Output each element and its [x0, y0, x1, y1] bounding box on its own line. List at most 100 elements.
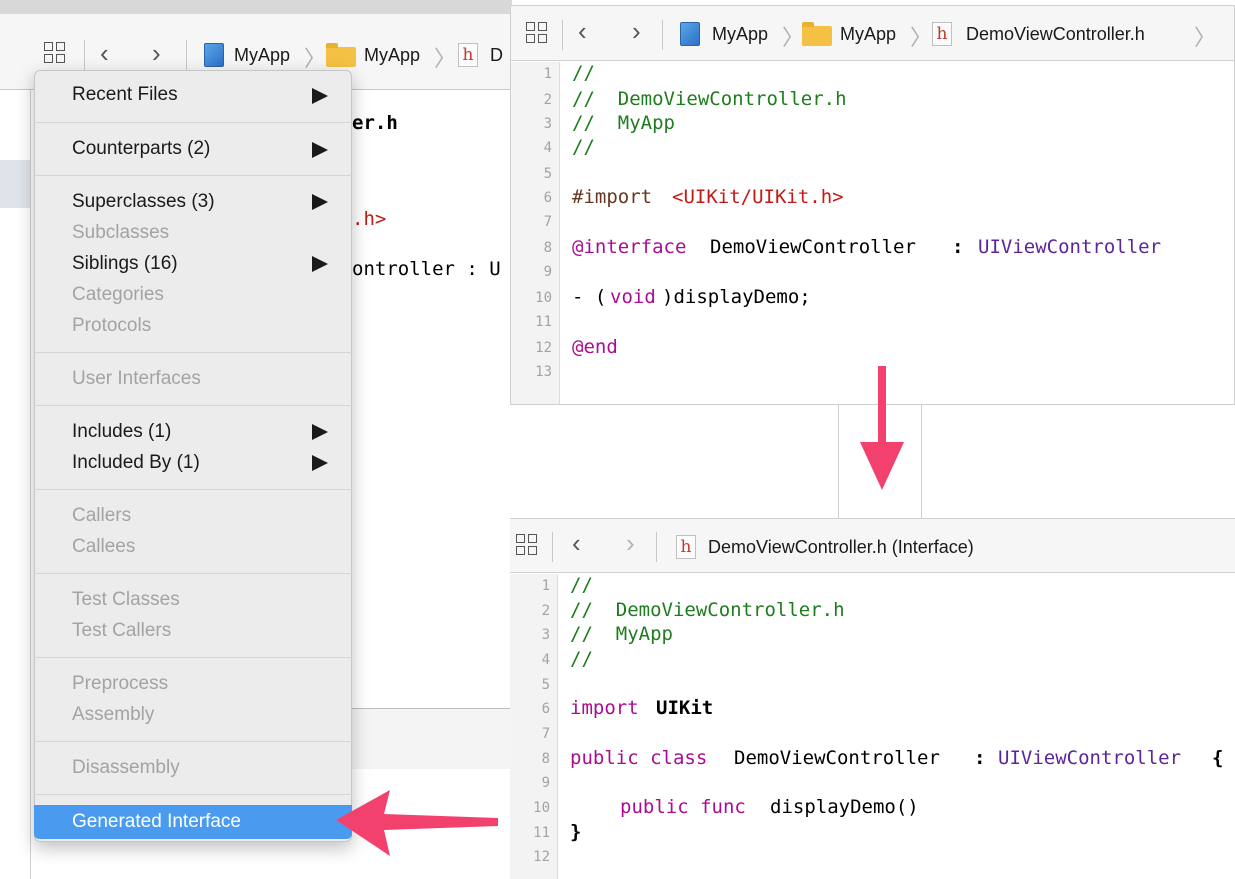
forward-icon[interactable]: ›	[632, 16, 641, 47]
menu-separator	[34, 794, 352, 795]
menu-item-categories: Categories	[72, 284, 164, 305]
line-number: 11	[535, 314, 552, 330]
folder-icon	[326, 43, 356, 67]
breadcrumb-project[interactable]: MyApp	[712, 24, 768, 45]
submenu-arrow-icon	[312, 88, 328, 104]
breadcrumb-file[interactable]: D	[490, 45, 503, 66]
line-number: 9	[541, 775, 550, 791]
divider	[662, 20, 663, 50]
menu-separator	[34, 352, 352, 353]
code-comment: //	[570, 574, 593, 596]
line-number: 13	[535, 364, 552, 380]
related-items-icon[interactable]	[516, 534, 540, 558]
code-method-name: )displayDemo;	[662, 286, 811, 308]
breadcrumb-group[interactable]: MyApp	[840, 24, 896, 45]
line-number: 7	[543, 214, 552, 230]
breadcrumb-separator-icon: 〉	[1194, 25, 1217, 50]
header-file-icon: h	[458, 43, 478, 67]
menu-item-recent-files[interactable]: Recent Files	[72, 84, 178, 106]
gutter-divider	[30, 90, 31, 879]
breadcrumb-project[interactable]: MyApp	[234, 45, 290, 66]
menu-separator	[34, 657, 352, 658]
forward-icon[interactable]: ›	[152, 38, 161, 69]
breadcrumb-separator-icon: 〉	[434, 46, 457, 71]
menu-item-generated-interface[interactable]: Generated Interface	[72, 811, 241, 833]
left-arrow-icon	[336, 790, 498, 856]
line-number: 8	[543, 240, 552, 256]
line-number: 3	[541, 627, 550, 643]
debug-area	[350, 709, 512, 769]
code-import-keyword: #import	[572, 186, 653, 208]
submenu-arrow-icon	[312, 455, 328, 471]
menu-item-includes[interactable]: Includes (1)	[72, 421, 171, 443]
menu-item-assembly: Assembly	[72, 704, 155, 725]
breadcrumb-group[interactable]: MyApp	[364, 45, 420, 66]
line-number: 6	[543, 190, 552, 206]
code-colon: :	[974, 747, 986, 769]
divider	[186, 40, 187, 70]
down-arrow-icon	[860, 366, 904, 490]
menu-item-test-classes: Test Classes	[72, 589, 180, 610]
code-fragment: .h>	[352, 208, 387, 230]
header-file-icon: h	[676, 535, 696, 559]
line-number: 8	[541, 751, 550, 767]
divider	[552, 532, 553, 562]
line-number: 2	[543, 92, 552, 108]
code-keyword: @end	[572, 336, 618, 358]
breadcrumb-file[interactable]: DemoViewController.h	[966, 24, 1145, 45]
divider	[562, 20, 563, 50]
line-number: 4	[541, 652, 550, 668]
line-number: 7	[541, 726, 550, 742]
code-colon: :	[952, 236, 964, 258]
divider	[656, 532, 657, 562]
menu-item-preprocess: Preprocess	[72, 673, 169, 694]
forward-icon[interactable]: ›	[626, 528, 635, 559]
line-number: 1	[541, 578, 550, 594]
divider	[84, 40, 85, 70]
line-number: 12	[535, 340, 552, 356]
line-number: 5	[541, 677, 550, 693]
menu-item-callers: Callers	[72, 505, 132, 526]
app-project-icon	[204, 43, 224, 67]
menu-item-included-by[interactable]: Included By (1)	[72, 452, 200, 474]
code-keyword: import	[570, 697, 639, 719]
menu-item-test-callers: Test Callers	[72, 620, 172, 641]
menu-separator	[34, 573, 352, 574]
back-icon[interactable]: ‹	[100, 38, 109, 69]
code-module-name: UIKit	[656, 697, 714, 719]
line-number: 11	[533, 825, 550, 841]
line-number: 1	[543, 66, 552, 82]
menu-separator	[34, 175, 352, 176]
menu-item-counterparts[interactable]: Counterparts (2)	[72, 138, 210, 160]
line-number: 2	[541, 603, 550, 619]
menu-item-superclasses[interactable]: Superclasses (3)	[72, 191, 215, 213]
menu-item-user-interfaces: User Interfaces	[72, 368, 201, 389]
code-comment: //	[572, 136, 595, 158]
menu-item-callees: Callees	[72, 536, 136, 557]
menu-separator	[34, 122, 352, 123]
submenu-arrow-icon	[312, 256, 328, 272]
menu-separator	[34, 741, 352, 742]
line-number: 10	[533, 800, 550, 816]
code-brace: {	[1212, 747, 1224, 769]
breadcrumb-separator-icon: 〉	[782, 25, 805, 50]
code-comment: // MyApp	[570, 623, 673, 645]
code-import-path: <UIKit/UIKit.h>	[672, 186, 844, 208]
back-icon[interactable]: ‹	[578, 16, 587, 47]
related-items-icon[interactable]	[526, 22, 550, 46]
code-keyword: public func	[620, 796, 746, 818]
code-fragment: ontroller : U	[352, 258, 501, 280]
back-icon[interactable]: ‹	[572, 528, 581, 559]
code-comment: //	[570, 648, 593, 670]
code-keyword: void	[610, 286, 656, 308]
code-class-name: DemoViewController	[734, 747, 940, 769]
line-number: 10	[535, 290, 552, 306]
breadcrumb-file[interactable]: DemoViewController.h (Interface)	[708, 537, 974, 558]
menu-item-siblings[interactable]: Siblings (16)	[72, 253, 178, 275]
code-keyword: @interface	[572, 236, 687, 258]
gutter-highlight	[0, 160, 30, 208]
code-comment: // DemoViewController.h	[572, 88, 847, 110]
submenu-arrow-icon	[312, 194, 328, 210]
related-items-icon[interactable]	[44, 42, 68, 66]
submenu-arrow-icon	[312, 142, 328, 158]
